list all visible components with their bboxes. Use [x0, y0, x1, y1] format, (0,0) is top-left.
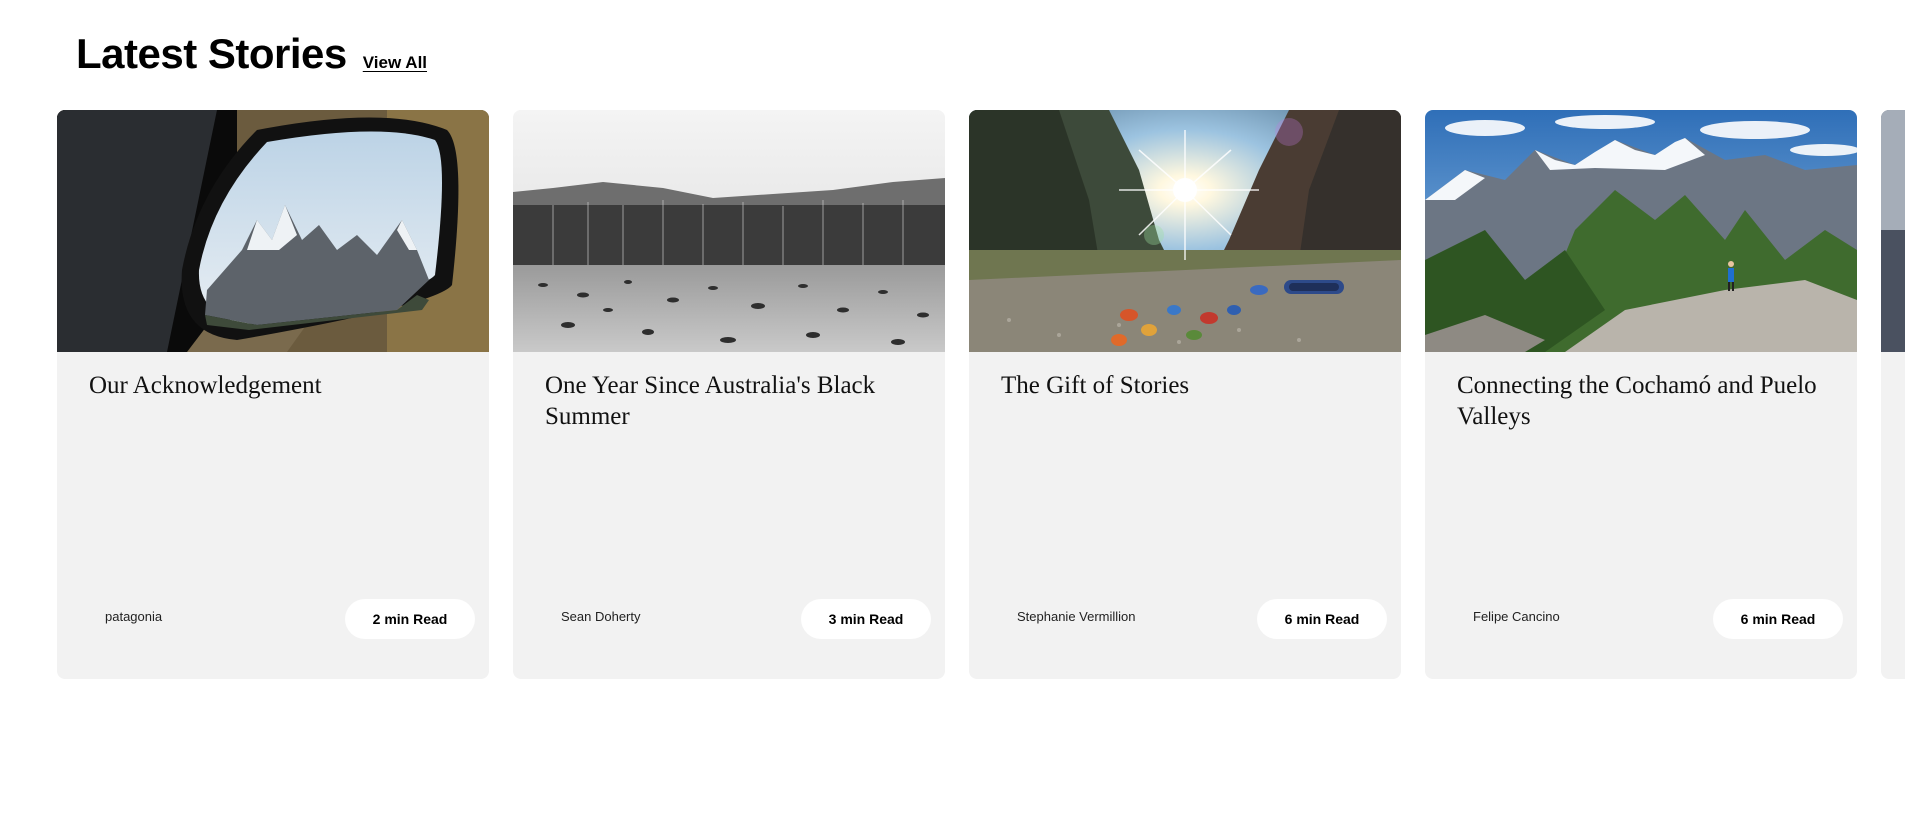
story-card[interactable]: The Gift of Stories Stephanie Vermillion… [969, 110, 1401, 679]
story-image-river-canyon [969, 110, 1401, 352]
story-author: Felipe Cancino [1473, 609, 1560, 624]
story-author: Sean Doherty [561, 609, 641, 624]
story-card-partial[interactable] [1881, 110, 1905, 679]
story-title[interactable]: One Year Since Australia's Black Summer [545, 370, 925, 432]
stories-header: Latest Stories View All [76, 30, 427, 78]
read-time-badge: 6 min Read [1713, 599, 1843, 639]
story-image-granite-valley [1425, 110, 1857, 352]
view-all-link[interactable]: View All [363, 53, 427, 73]
read-time-badge: 3 min Read [801, 599, 931, 639]
story-card[interactable]: Our Acknowledgement patagonia 2 min Read [57, 110, 489, 679]
story-author: Stephanie Vermillion [1017, 609, 1136, 624]
story-image-partial [1881, 110, 1905, 352]
story-image-burnt-forest [513, 110, 945, 352]
read-time-badge: 6 min Read [1257, 599, 1387, 639]
stories-carousel[interactable]: Our Acknowledgement patagonia 2 min Read [0, 110, 1905, 680]
story-title[interactable]: Our Acknowledgement [89, 370, 469, 401]
story-title[interactable]: The Gift of Stories [1001, 370, 1381, 401]
read-time-badge: 2 min Read [345, 599, 475, 639]
story-card[interactable]: Connecting the Cochamó and Puelo Valleys… [1425, 110, 1857, 679]
story-author: patagonia [105, 609, 163, 624]
page-title: Latest Stories [76, 30, 347, 77]
story-card[interactable]: One Year Since Australia's Black Summer … [513, 110, 945, 679]
story-title[interactable]: Connecting the Cochamó and Puelo Valleys [1457, 370, 1837, 432]
story-image-mirror-mountains [57, 110, 489, 352]
